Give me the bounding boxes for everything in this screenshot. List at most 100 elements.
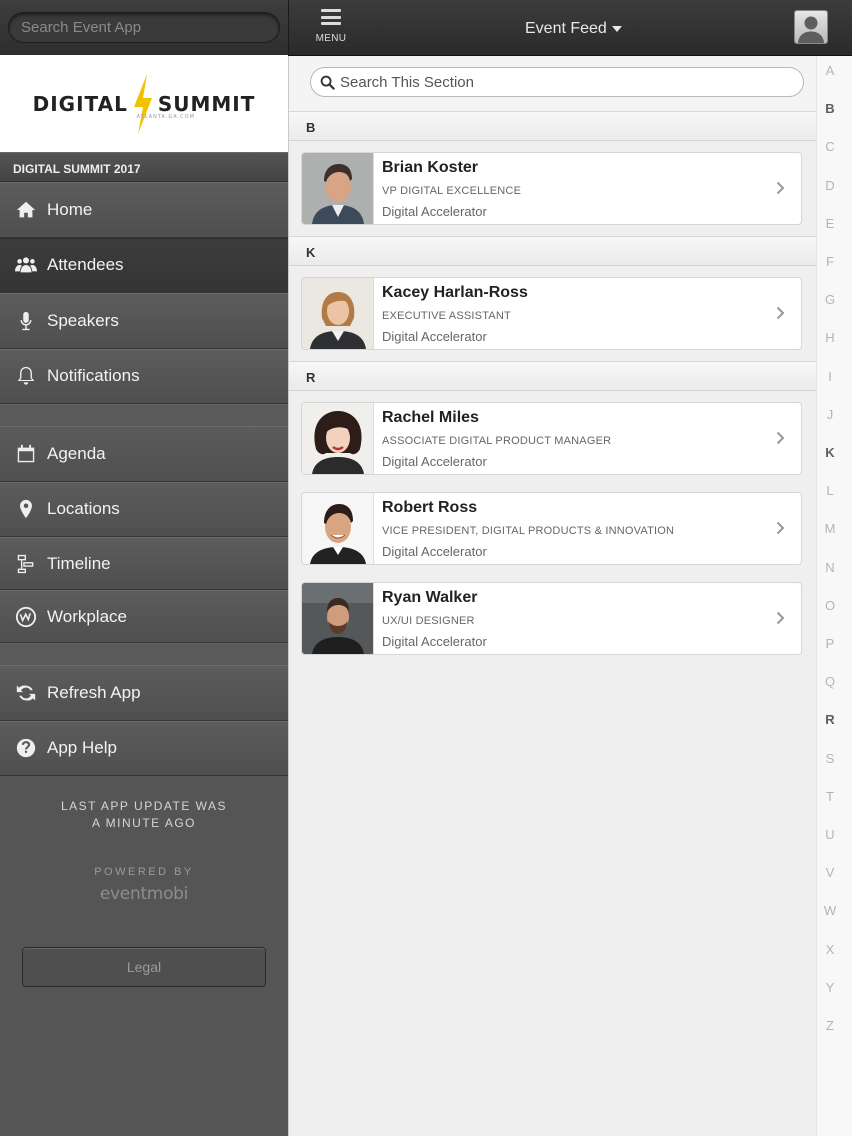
alphabet-index-letter-q[interactable]: Q	[817, 674, 843, 689]
attendee-info: Kacey Harlan-Ross EXECUTIVE ASSISTANT Di…	[374, 278, 528, 349]
attendee-card[interactable]: Ryan Walker UX/UI DESIGNER Digital Accel…	[301, 582, 802, 655]
sidebar-item-refresh-app[interactable]: Refresh App	[0, 665, 288, 721]
alphabet-index-letter-p[interactable]: P	[817, 636, 843, 651]
eventmobi-logo-text: eventmobi	[99, 884, 189, 904]
chevron-right-icon	[776, 306, 785, 320]
attendee-title: VICE PRESIDENT, DIGITAL PRODUCTS & INNOV…	[382, 525, 675, 537]
attendee-info: Rachel Miles ASSOCIATE DIGITAL PRODUCT M…	[374, 403, 611, 474]
event-feed-title: Event Feed	[525, 20, 607, 37]
profile-button[interactable]	[794, 10, 828, 44]
alphabet-index-letter-t[interactable]: T	[817, 789, 843, 804]
section-search-field	[310, 67, 804, 97]
attendee-title: VP DIGITAL EXCELLENCE	[382, 185, 522, 197]
attendee-info: Robert Ross VICE PRESIDENT, DIGITAL PROD…	[374, 493, 674, 564]
alphabet-index-letter-a[interactable]: A	[817, 63, 843, 78]
sidebar-item-label: Refresh App	[47, 682, 141, 702]
home-icon	[14, 198, 38, 222]
attendee-title: EXECUTIVE ASSISTANT	[382, 310, 511, 322]
alphabet-index-letter-n[interactable]: N	[817, 560, 843, 575]
sidebar-item-label: App Help	[47, 738, 117, 758]
sidebar: DIGITAL SUMMIT ATLANTA.GA.COM DIGITAL SU…	[0, 0, 288, 1136]
nav-group-event: Agenda Locations Timeline Workplace	[0, 426, 288, 643]
event-section-title: DIGITAL SUMMIT 2017	[0, 152, 288, 182]
attendee-card[interactable]: Kacey Harlan-Ross EXECUTIVE ASSISTANT Di…	[301, 277, 802, 350]
event-feed-dropdown[interactable]: Event Feed	[525, 20, 622, 38]
map-pin-icon	[14, 497, 38, 521]
sidebar-item-attendees[interactable]: Attendees	[0, 237, 288, 293]
alphabet-index[interactable]: A B C D E F G H I J K L M N O P Q R S T U V W X Y Z	[816, 56, 852, 1136]
alphabet-index-letter-i[interactable]: I	[817, 369, 843, 384]
alphabet-index-letter-w[interactable]: W	[817, 903, 843, 918]
nav-group-main: Home Attendees Speakers Notifications	[0, 182, 288, 404]
search-icon	[320, 75, 335, 90]
section-search-bar	[289, 56, 816, 111]
sidebar-item-agenda[interactable]: Agenda	[0, 426, 288, 482]
alphabet-index-letter-k[interactable]: K	[817, 445, 843, 460]
alphabet-index-letter-v[interactable]: V	[817, 865, 843, 880]
alphabet-index-letter-y[interactable]: Y	[817, 980, 843, 995]
alphabet-index-letter-l[interactable]: L	[817, 483, 843, 498]
alphabet-index-letter-z[interactable]: Z	[817, 1018, 843, 1033]
alphabet-index-letter-u[interactable]: U	[817, 827, 843, 842]
nav-divider	[0, 643, 288, 665]
event-app-search-input[interactable]	[8, 12, 280, 43]
alphabet-index-letter-h[interactable]: H	[817, 330, 843, 345]
alphabet-index-letter-j[interactable]: J	[817, 407, 843, 422]
workplace-icon	[14, 605, 38, 629]
sidebar-item-app-help[interactable]: App Help	[0, 720, 288, 776]
alphabet-index-letter-c[interactable]: C	[817, 139, 843, 154]
attendee-name: Kacey Harlan-Ross	[382, 284, 528, 301]
sidebar-item-label: Workplace	[47, 606, 127, 626]
timeline-icon	[14, 552, 38, 576]
alphabet-index-letter-g[interactable]: G	[817, 292, 843, 307]
attendees-list-panel: B Brian Koster VP DIGITAL EXCELLENCE Dig…	[288, 56, 816, 1136]
sidebar-item-label: Locations	[47, 499, 120, 519]
alphabet-index-letter-e[interactable]: E	[817, 216, 843, 231]
attendee-name: Rachel Miles	[382, 409, 479, 426]
users-icon	[14, 253, 38, 277]
alphabet-index-letter-r[interactable]: R	[817, 712, 843, 727]
alphabet-index-letter-m[interactable]: M	[817, 521, 843, 536]
attendee-info: Brian Koster VP DIGITAL EXCELLENCE Digit…	[374, 153, 521, 224]
refresh-icon	[14, 681, 38, 705]
powered-by-label: POWERED BY	[94, 866, 194, 878]
attendee-card[interactable]: Rachel Miles ASSOCIATE DIGITAL PRODUCT M…	[301, 402, 802, 475]
group-list-k: Kacey Harlan-Ross EXECUTIVE ASSISTANT Di…	[289, 266, 816, 361]
sidebar-item-timeline[interactable]: Timeline	[0, 537, 288, 590]
last-update-text: LAST APP UPDATE WAS A MINUTE AGO	[0, 798, 288, 832]
attendee-photo	[302, 403, 374, 474]
alphabet-index-letter-d[interactable]: D	[817, 178, 843, 193]
calendar-icon	[14, 442, 38, 466]
sidebar-item-home[interactable]: Home	[0, 182, 288, 238]
attendee-name: Robert Ross	[382, 499, 478, 516]
alphabet-index-letter-b[interactable]: B	[817, 101, 843, 116]
sidebar-search-bar	[0, 0, 288, 55]
sidebar-item-workplace[interactable]: Workplace	[0, 590, 288, 643]
bell-icon	[14, 364, 38, 388]
alphabet-index-letter-x[interactable]: X	[817, 942, 843, 957]
group-list-r: Rachel Miles ASSOCIATE DIGITAL PRODUCT M…	[289, 391, 816, 666]
chevron-right-icon	[776, 521, 785, 535]
attendee-photo	[302, 493, 374, 564]
alphabet-index-letter-o[interactable]: O	[817, 598, 843, 613]
sidebar-item-locations[interactable]: Locations	[0, 481, 288, 537]
caret-down-icon	[611, 26, 622, 32]
menu-button[interactable]: MENU	[311, 6, 351, 48]
alphabet-index-letter-s[interactable]: S	[817, 751, 843, 766]
attendee-photo	[302, 583, 374, 654]
logo-text-left: DIGITAL	[32, 91, 128, 116]
sidebar-item-notifications[interactable]: Notifications	[0, 348, 288, 404]
event-logo: DIGITAL SUMMIT ATLANTA.GA.COM	[0, 55, 288, 152]
chevron-right-icon	[776, 181, 785, 195]
attendee-card[interactable]: Brian Koster VP DIGITAL EXCELLENCE Digit…	[301, 152, 802, 225]
attendee-card[interactable]: Robert Ross VICE PRESIDENT, DIGITAL PROD…	[301, 492, 802, 565]
sidebar-item-speakers[interactable]: Speakers	[0, 293, 288, 349]
legal-button[interactable]: Legal	[22, 947, 266, 987]
sidebar-item-label: Agenda	[47, 443, 106, 463]
attendee-name: Ryan Walker	[382, 589, 478, 606]
alphabet-index-letter-f[interactable]: F	[817, 254, 843, 269]
last-update-line-1: LAST APP UPDATE WAS	[60, 799, 228, 813]
section-search-input[interactable]	[340, 68, 800, 96]
group-header-r: R	[289, 361, 816, 391]
chevron-right-icon	[776, 611, 785, 625]
